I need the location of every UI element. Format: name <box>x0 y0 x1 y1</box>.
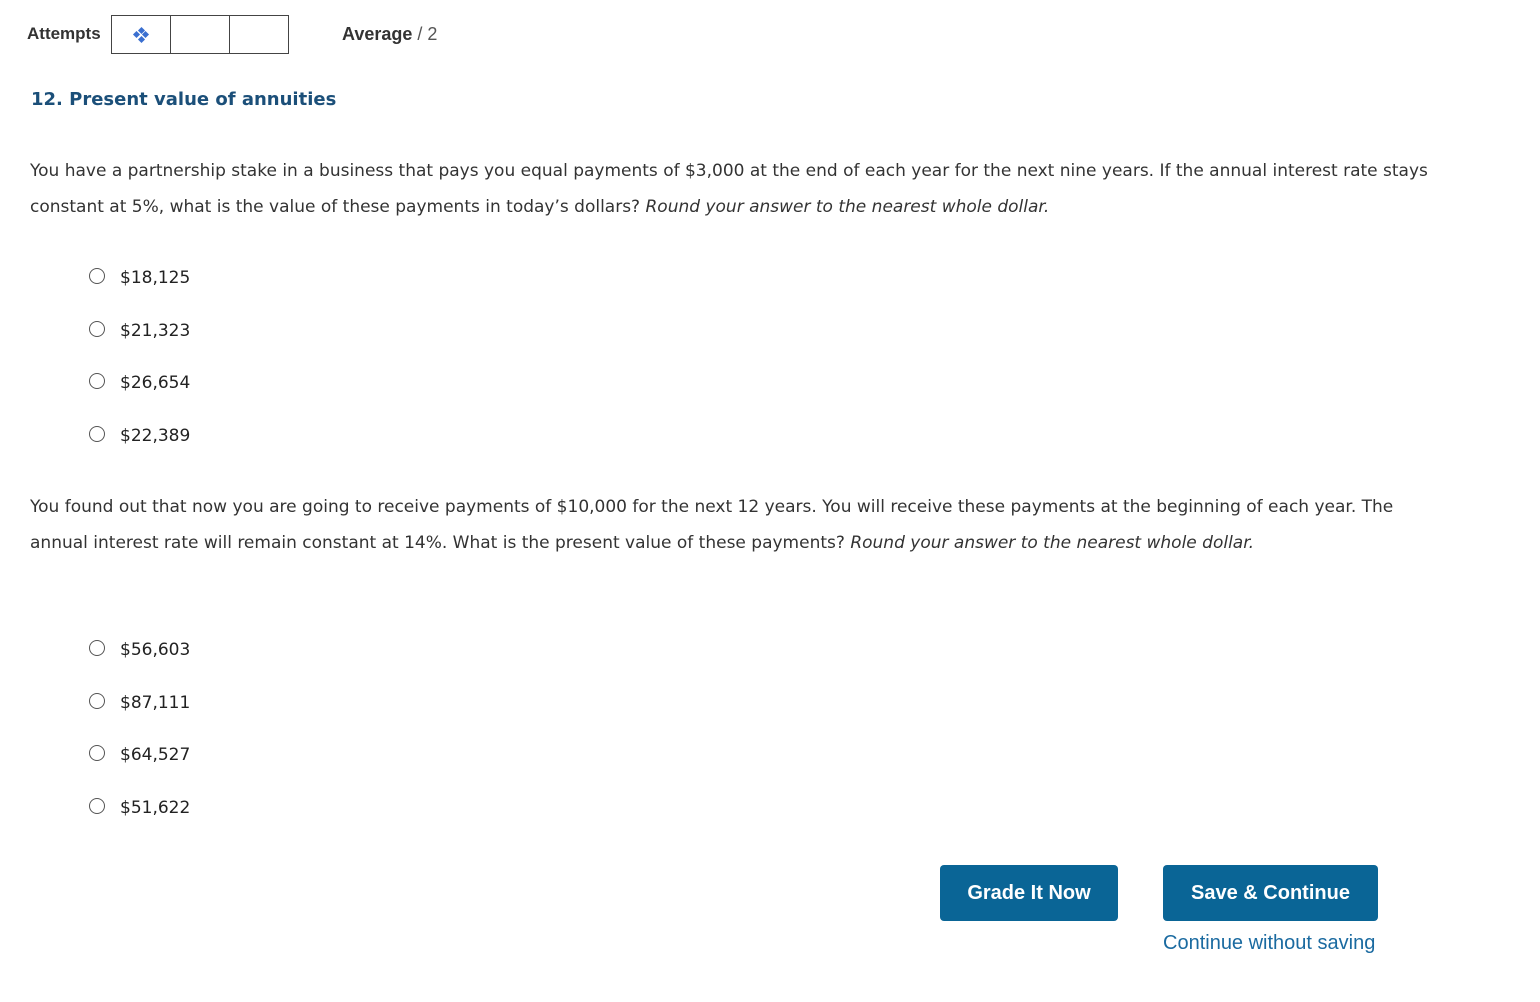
radio-button[interactable] <box>89 425 105 442</box>
question-prompt-2: You found out that now you are going to … <box>30 489 1430 561</box>
option-label: $87,111 <box>120 692 191 713</box>
attempt-slot-1 <box>111 15 171 54</box>
answer-option[interactable]: $22,389 <box>89 410 190 463</box>
option-label: $51,622 <box>120 797 191 818</box>
average-value: / 2 <box>417 24 438 44</box>
radio-button[interactable] <box>89 320 105 337</box>
radio-button[interactable] <box>89 268 105 285</box>
radio-button[interactable] <box>89 373 105 390</box>
answer-options-1: $18,125 $21,323 $26,654 $22,389 <box>89 252 190 462</box>
answer-options-2: $56,603 $87,111 $64,527 $51,622 <box>89 624 190 834</box>
attempt-slot-2 <box>170 15 230 54</box>
answer-option[interactable]: $21,323 <box>89 305 190 358</box>
radio-button[interactable] <box>89 745 105 762</box>
average-label: Average <box>342 24 413 44</box>
prompt-instruction: Round your answer to the nearest whole d… <box>645 197 1050 217</box>
radio-button[interactable] <box>89 797 105 814</box>
answer-option[interactable]: $51,622 <box>89 782 190 835</box>
option-label: $21,323 <box>120 320 191 341</box>
question-title: 12. Present value of annuities <box>31 89 337 110</box>
radio-button[interactable] <box>89 692 105 709</box>
attempt-boxes <box>111 15 289 54</box>
average-score: Average / 2 <box>342 24 437 45</box>
continue-without-saving-link[interactable]: Continue without saving <box>1163 932 1375 955</box>
option-label: $22,389 <box>120 425 191 446</box>
option-label: $26,654 <box>120 373 191 394</box>
diamond-loading-icon <box>132 26 150 43</box>
radio-button[interactable] <box>89 640 105 657</box>
answer-option[interactable]: $26,654 <box>89 357 190 410</box>
answer-option[interactable]: $64,527 <box>89 729 190 782</box>
option-label: $64,527 <box>120 745 191 766</box>
answer-option[interactable]: $87,111 <box>89 677 190 730</box>
option-label: $18,125 <box>120 268 191 289</box>
save-and-continue-button[interactable]: Save & Continue <box>1163 865 1378 921</box>
grade-it-now-button[interactable]: Grade It Now <box>940 865 1118 921</box>
prompt-instruction: Round your answer to the nearest whole d… <box>850 533 1255 553</box>
attempt-slot-3 <box>229 15 289 54</box>
answer-option[interactable]: $56,603 <box>89 624 190 677</box>
attempts-label: Attempts <box>27 24 101 43</box>
answer-option[interactable]: $18,125 <box>89 252 190 305</box>
question-prompt-1: You have a partnership stake in a busine… <box>30 153 1430 225</box>
option-label: $56,603 <box>120 640 191 661</box>
